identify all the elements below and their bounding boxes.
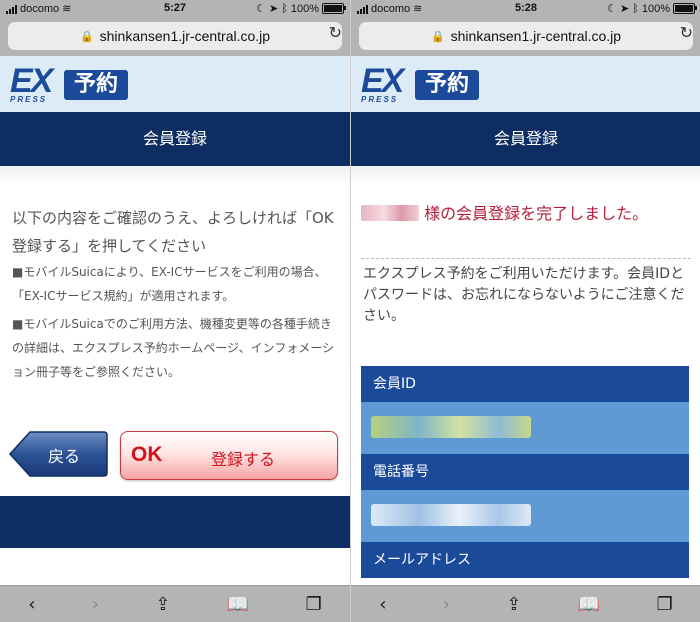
status-bar: docomo ≋ 5:28 ☾ ➤ ᛒ 100% — [351, 0, 700, 18]
logo-banner: EX PRESS 予約 — [0, 56, 350, 112]
tabs-icon[interactable]: ❐ — [657, 594, 673, 615]
back-icon[interactable]: ‹ — [379, 594, 386, 615]
logo-yoyaku: 予約 — [64, 70, 128, 100]
location-icon: ➤ — [269, 3, 279, 15]
confirm-message: 以下の内容をご確認のうえ、よろしければ「OK 登録する」を押してください — [12, 209, 334, 255]
complete-message: 様の会員登録を完了しました。 — [361, 202, 691, 226]
location-icon: ➤ — [620, 3, 630, 15]
url-field[interactable]: 🔒 shinkansen1.jr-central.co.jp — [359, 22, 693, 50]
back-icon[interactable]: ‹ — [28, 594, 35, 615]
redacted-name — [361, 205, 419, 221]
forward-icon[interactable]: › — [92, 594, 99, 615]
phone-screen-confirm: docomo ≋ 5:27 ☾ ➤ ᛒ 100% 🔒 shinkansen1.j… — [0, 0, 350, 622]
ex-yoyaku-logo[interactable]: EX PRESS 予約 — [8, 64, 130, 106]
register-label: 登録する — [211, 450, 276, 469]
bluetooth-icon: ᛒ — [632, 2, 639, 15]
phone-screen-complete: docomo ≋ 5:28 ☾ ➤ ᛒ 100% 🔒 shinkansen1.j… — [350, 0, 700, 622]
ok-register-button[interactable]: OK 登録する — [120, 431, 338, 480]
divider — [361, 258, 691, 259]
phone-header: 電話番号 — [361, 454, 689, 490]
footer-band — [0, 496, 350, 548]
logo-yoyaku: 予約 — [415, 70, 479, 100]
bluetooth-icon: ᛒ — [281, 2, 288, 15]
phone-value — [361, 490, 689, 542]
battery-icon — [673, 3, 697, 14]
browser-toolbar: ‹ › ⇪ 📖 ❐ — [0, 585, 350, 622]
redacted-member-id — [371, 416, 531, 438]
page-title: 会員登録 — [0, 112, 350, 166]
logo-ex: EX — [361, 62, 404, 100]
ex-yoyaku-logo[interactable]: EX PRESS 予約 — [359, 64, 481, 106]
status-bar: docomo ≋ 5:27 ☾ ➤ ᛒ 100% — [0, 0, 350, 18]
lock-icon: 🔒 — [79, 30, 94, 43]
redacted-phone — [371, 504, 531, 526]
bookmarks-icon[interactable]: 📖 — [227, 594, 249, 615]
share-icon[interactable]: ⇪ — [155, 594, 170, 615]
member-info-table: 会員ID 電話番号 メールアドレス — [361, 366, 689, 578]
confirm-content: 以下の内容をご確認のうえ、よろしければ「OK 登録する」を押してください ■モバ… — [0, 166, 350, 426]
url-text: shinkansen1.jr-central.co.jp — [99, 28, 271, 44]
address-bar[interactable]: 🔒 shinkansen1.jr-central.co.jp ↻ — [351, 18, 700, 56]
battery-percent: 100% — [290, 2, 319, 15]
reload-icon[interactable]: ↻ — [680, 23, 693, 42]
lock-icon: 🔒 — [430, 30, 445, 43]
browser-toolbar: ‹ › ⇪ 📖 ❐ — [351, 585, 700, 622]
share-icon[interactable]: ⇪ — [506, 594, 521, 615]
logo-press: PRESS — [361, 95, 399, 104]
url-field[interactable]: 🔒 shinkansen1.jr-central.co.jp — [8, 22, 342, 50]
back-button[interactable]: 戻る — [8, 430, 108, 478]
complete-text: 様の会員登録を完了しました。 — [424, 204, 649, 223]
logo-ex: EX — [10, 62, 53, 100]
note-ex-ic: ■モバイルSuicaにより、EX-ICサービスをご利用の場合、「EX-ICサービ… — [12, 265, 327, 303]
complete-content: 様の会員登録を完了しました。 エクスプレス予約をご利用いただけます。会員IDとパ… — [351, 166, 700, 586]
logo-press: PRESS — [10, 95, 48, 104]
battery-icon — [322, 3, 346, 14]
member-id-value — [361, 402, 689, 454]
address-bar[interactable]: 🔒 shinkansen1.jr-central.co.jp ↻ — [0, 18, 350, 56]
back-button-label: 戻る — [48, 447, 81, 466]
page-title: 会員登録 — [351, 112, 700, 166]
reload-icon[interactable]: ↻ — [329, 23, 342, 42]
tabs-icon[interactable]: ❐ — [306, 594, 322, 615]
email-header: メールアドレス — [361, 542, 689, 578]
bookmarks-icon[interactable]: 📖 — [578, 594, 600, 615]
url-text: shinkansen1.jr-central.co.jp — [450, 28, 622, 44]
info-message: エクスプレス予約をご利用いただけます。会員IDとパスワードは、お忘れにならないよ… — [363, 266, 685, 324]
moon-icon: ☾ — [256, 3, 267, 15]
moon-icon: ☾ — [607, 3, 618, 15]
ok-label: OK — [131, 443, 163, 466]
forward-icon[interactable]: › — [443, 594, 450, 615]
battery-percent: 100% — [641, 2, 670, 15]
logo-banner: EX PRESS 予約 — [351, 56, 700, 112]
member-id-header: 会員ID — [361, 366, 689, 402]
note-mobile-suica: ■モバイルSuicaでのご利用方法、機種変更等の各種手続きの詳細は、エクスプレス… — [12, 317, 335, 379]
